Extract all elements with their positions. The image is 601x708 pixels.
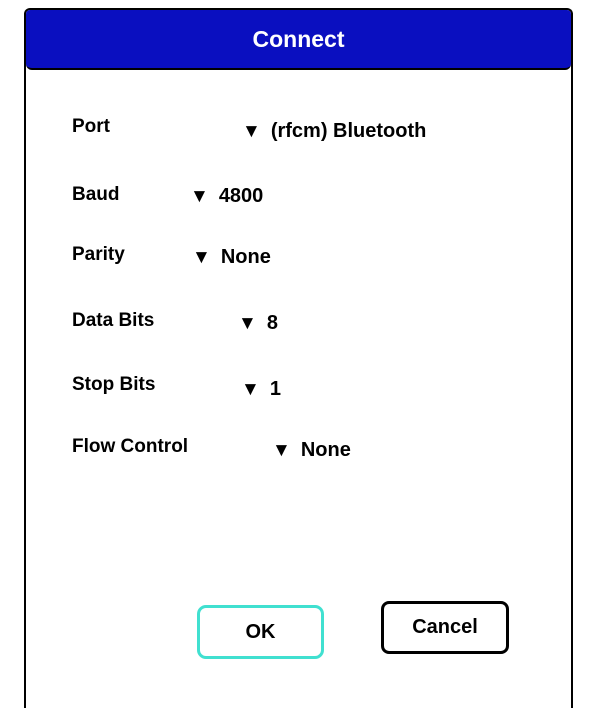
baud-label: Baud	[72, 184, 120, 205]
ok-button[interactable]: OK	[197, 605, 324, 659]
baud-dropdown[interactable]: ▼ 4800	[190, 185, 263, 208]
down-triangle-icon: ▼	[192, 247, 211, 268]
down-triangle-icon: ▼	[272, 440, 291, 461]
down-triangle-icon: ▼	[238, 313, 257, 334]
port-label: Port	[72, 116, 110, 137]
data-bits-dropdown[interactable]: ▼ 8	[238, 312, 278, 335]
cancel-button[interactable]: Cancel	[381, 601, 509, 654]
data-bits-label: Data Bits	[72, 310, 155, 331]
baud-value: 4800	[218, 185, 264, 207]
dialog-title: Connect	[26, 10, 571, 70]
down-triangle-icon: ▼	[190, 186, 209, 207]
connect-dialog: Connect Port ▼ (rfcm) Bluetooth Baud ▼ 480…	[24, 8, 573, 708]
parity-dropdown[interactable]: ▼ None	[192, 246, 271, 269]
parity-value: None	[220, 246, 271, 268]
stop-bits-dropdown[interactable]: ▼ 1	[241, 378, 281, 401]
flow-control-value: None	[300, 439, 351, 461]
stop-bits-value: 1	[269, 378, 281, 400]
port-value: (rfcm) Bluetooth	[270, 120, 427, 142]
data-bits-value: 8	[266, 312, 278, 334]
down-triangle-icon: ▼	[241, 379, 260, 400]
flow-control-dropdown[interactable]: ▼ None	[272, 439, 351, 462]
parity-label: Parity	[72, 244, 125, 265]
port-dropdown[interactable]: ▼ (rfcm) Bluetooth	[242, 120, 426, 143]
flow-control-label: Flow Control	[72, 436, 189, 457]
stop-bits-label: Stop Bits	[72, 374, 156, 395]
down-triangle-icon: ▼	[242, 121, 261, 142]
